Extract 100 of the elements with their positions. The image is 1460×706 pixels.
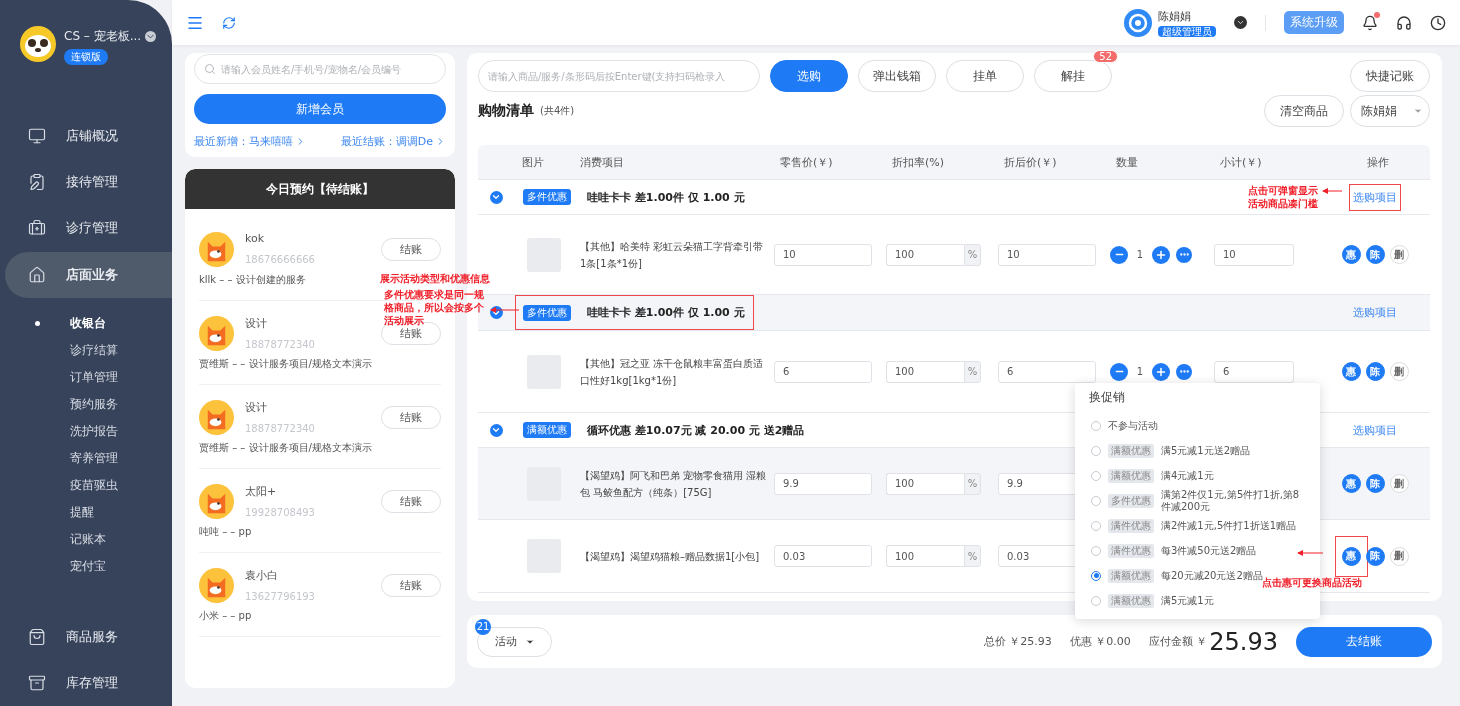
toolbar-button[interactable]: 解挂 xyxy=(1034,60,1112,92)
refresh-icon[interactable] xyxy=(222,15,236,30)
sidebar-item[interactable]: 库存管理 xyxy=(0,659,172,706)
sidebar-item[interactable]: 店面业务 xyxy=(5,251,172,298)
count-badge: 52 xyxy=(1093,50,1118,63)
select-items-link[interactable]: 选购项目 xyxy=(1349,416,1401,444)
toolbar-button[interactable]: 弹出钱箱 xyxy=(858,60,936,92)
staff-button[interactable]: 陈 xyxy=(1365,546,1385,566)
submenu-item[interactable]: 收银台 xyxy=(0,309,172,337)
promotion-button[interactable]: 惠 xyxy=(1341,362,1361,381)
promotion-button[interactable]: 惠 xyxy=(1341,546,1361,566)
promotion-option[interactable]: 满额优惠 满5元减1元送2赠品 xyxy=(1089,438,1251,463)
checkout-button[interactable]: 结账 xyxy=(381,490,441,513)
delete-button[interactable]: 删 xyxy=(1389,362,1409,381)
recent-added-link[interactable]: 最近新增：马来嘻嘻 xyxy=(194,134,306,149)
quick-entry-button[interactable]: 快捷记账 xyxy=(1350,60,1430,92)
promotion-button[interactable]: 惠 xyxy=(1341,474,1361,493)
plus-button[interactable] xyxy=(1152,362,1170,381)
appointments-header: 今日预约【待结账】 xyxy=(185,169,455,209)
checkout-button[interactable]: 结账 xyxy=(381,574,441,597)
subtotal-field[interactable]: 10 xyxy=(1214,243,1294,266)
total-price: 总价 ￥25.93 xyxy=(983,634,1052,649)
phone-number: 18878772340 xyxy=(245,338,316,351)
toolbar-button[interactable]: 选购 xyxy=(770,60,848,92)
discount-field[interactable]: 100 xyxy=(886,545,964,567)
product-search-field[interactable]: 请输入商品/服务/条形码后按Enter键(支持扫码枪录入 xyxy=(478,60,760,92)
staff-button[interactable]: 陈 xyxy=(1365,362,1385,381)
submenu-item[interactable]: 提醒 xyxy=(0,498,172,526)
subtotal-field[interactable]: 6 xyxy=(1214,360,1294,383)
fox-avatar-icon xyxy=(199,232,234,267)
promotion-text: 循环优惠 差10.07元 减 20.00 元 送2赠品 xyxy=(587,422,805,438)
submenu-item[interactable]: 订单管理 xyxy=(0,363,172,391)
headset-icon[interactable] xyxy=(1396,14,1412,31)
minus-button[interactable] xyxy=(1110,245,1128,264)
edition-badge: 连锁版 xyxy=(64,49,108,65)
promotion-tag: 满额优惠 xyxy=(523,422,571,438)
promotion-option[interactable]: 不参与活动 xyxy=(1089,413,1158,438)
service-text: 贾维斯 – – 设计服务项目/规格文本演示 xyxy=(199,357,372,371)
bell-icon[interactable] xyxy=(1362,14,1378,31)
promotion-tag: 满件优惠 xyxy=(1108,543,1154,558)
popup-title: 换促销 xyxy=(1089,389,1125,406)
promotion-option[interactable]: 满额优惠 满5元减1元 xyxy=(1089,588,1214,613)
option-text: 满5元减1元 xyxy=(1161,594,1214,607)
sidebar-item[interactable]: 商品服务 xyxy=(0,613,172,660)
minus-button[interactable] xyxy=(1110,362,1128,381)
checkout-button[interactable]: 结账 xyxy=(381,406,441,429)
search-icon xyxy=(204,63,216,75)
sidebar-item[interactable]: 接待管理 xyxy=(0,159,172,206)
clear-button[interactable]: 清空商品 xyxy=(1264,95,1344,127)
discount-field[interactable]: 100 xyxy=(886,243,964,266)
submenu-item[interactable]: 疫苗驱虫 xyxy=(0,471,172,499)
promotion-button[interactable]: 惠 xyxy=(1341,245,1361,264)
unit-label: % xyxy=(964,545,981,567)
final-price-field[interactable]: 6 xyxy=(998,360,1096,383)
discount-field[interactable]: 100 xyxy=(886,472,964,495)
product-name: 【渴望鸡】阿飞和巴弟 宠物零食猫用 湿粮包 马鲛鱼配方（纯条）[75G] xyxy=(579,468,768,500)
add-member-button[interactable]: 新增会员 xyxy=(194,94,446,124)
collapse-icon[interactable] xyxy=(489,423,503,437)
price-field[interactable]: 0.03 xyxy=(774,545,872,567)
sidebar-item[interactable]: 诊疗管理 xyxy=(0,205,172,252)
dropdown-icon[interactable] xyxy=(1234,16,1247,29)
toolbar-button[interactable]: 挂单 xyxy=(946,60,1024,92)
checkout-button[interactable]: 结账 xyxy=(381,238,441,261)
column-header: 折后价(￥) xyxy=(1003,154,1057,170)
price-field[interactable]: 9.9 xyxy=(774,472,872,495)
submenu-item[interactable]: 诊疗结算 xyxy=(0,336,172,364)
sidebar-item[interactable]: 店铺概况 xyxy=(0,113,172,160)
unit-label: % xyxy=(964,472,981,495)
final-price-field[interactable]: 10 xyxy=(998,243,1096,266)
staff-button[interactable]: 陈 xyxy=(1365,245,1385,264)
discount-field[interactable]: 100 xyxy=(886,360,964,383)
submenu-item[interactable]: 寄养管理 xyxy=(0,444,172,472)
price-field[interactable]: 6 xyxy=(774,360,872,383)
delete-button[interactable]: 删 xyxy=(1389,546,1409,566)
submenu-item[interactable]: 记账本 xyxy=(0,525,172,553)
collapse-icon[interactable] xyxy=(489,190,503,204)
member-search-field[interactable]: 请输入会员姓名/手机号/宠物名/会员编号 xyxy=(194,54,446,84)
price-field[interactable]: 10 xyxy=(774,243,872,266)
clock-icon[interactable] xyxy=(1430,14,1446,31)
promotion-tag: 满额优惠 xyxy=(1108,568,1154,583)
select-items-link[interactable]: 选购项目 xyxy=(1349,183,1401,211)
plus-button[interactable] xyxy=(1152,245,1170,264)
delete-button[interactable]: 删 xyxy=(1389,245,1409,264)
submenu-item[interactable]: 预约服务 xyxy=(0,390,172,418)
delete-button[interactable]: 删 xyxy=(1389,474,1409,493)
submenu-item[interactable]: 洗护报告 xyxy=(0,417,172,445)
more-button[interactable] xyxy=(1176,246,1192,263)
store-name: CS – 宠老板... xyxy=(64,28,156,45)
column-header: 消费项目 xyxy=(579,154,624,170)
customer-name: 太阳+ xyxy=(245,484,278,500)
submenu-item[interactable]: 宠付宝 xyxy=(0,552,172,580)
recent-checkout-link[interactable]: 最近结账：调调De xyxy=(340,134,446,149)
staff-button[interactable]: 陈 xyxy=(1365,474,1385,493)
select-items-link[interactable]: 选购项目 xyxy=(1349,299,1401,326)
fox-avatar-icon xyxy=(199,568,234,603)
quantity-value: 1 xyxy=(1135,249,1145,260)
more-button[interactable] xyxy=(1176,363,1192,380)
promotion-option[interactable]: 满件优惠 满2件减1元,5件打1折送1赠品 xyxy=(1089,513,1296,538)
checkout-button[interactable]: 去结账 xyxy=(1296,626,1432,657)
column-header: 图片 xyxy=(521,154,544,170)
